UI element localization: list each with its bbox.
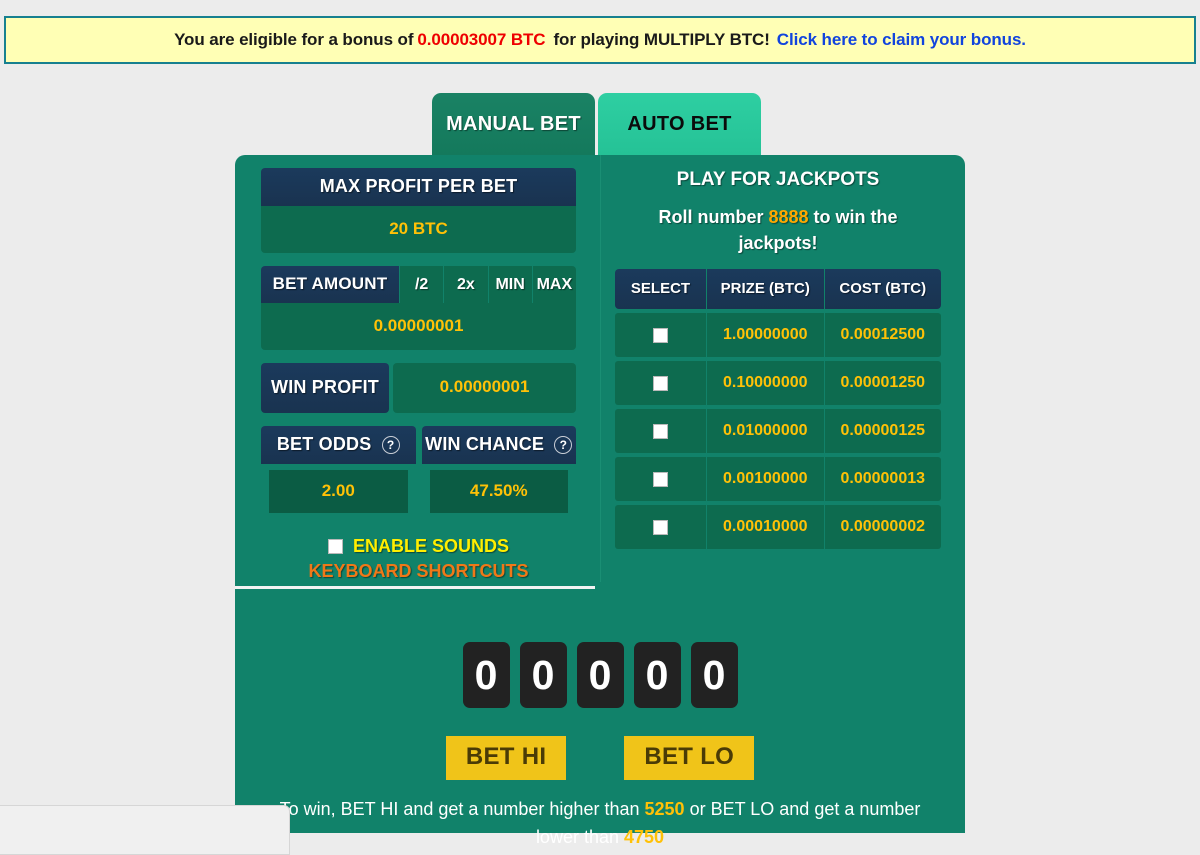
- jackpots-table-header: SELECT PRIZE (BTC) COST (BTC): [615, 269, 941, 310]
- jackpot-cost-value: 0.00000125: [840, 422, 926, 440]
- jackpot-roll-number: 8888: [768, 207, 809, 227]
- bet-odds-cell: BET ODDS ? 2.00: [261, 426, 416, 523]
- win-rule-hi-number: 5250: [644, 799, 685, 819]
- bet-amount-halve-button[interactable]: /2: [399, 266, 444, 303]
- jackpot-select-checkbox[interactable]: [653, 327, 668, 343]
- keyboard-shortcuts-link[interactable]: KEYBOARD SHORTCUTS: [261, 561, 576, 582]
- jackpot-prize-value: 0.00100000: [707, 457, 825, 502]
- bet-amount-label: BET AMOUNT: [261, 266, 399, 303]
- roll-number-display: 0 0 0 0 0: [235, 642, 965, 708]
- roll-area: 0 0 0 0 0 BET HI BET LO To win, BET HI a…: [235, 642, 965, 852]
- jackpot-cost-value: 0.00000013: [840, 470, 926, 488]
- jackpot-cost-value: 0.00000002: [840, 518, 926, 536]
- jackpot-select-checkbox[interactable]: [653, 375, 668, 391]
- odds-chance-group: BET ODDS ? 2.00 WIN CHANCE ? 47.50%: [261, 426, 576, 523]
- win-chance-label: WIN CHANCE ?: [421, 426, 576, 464]
- bet-amount-input[interactable]: 0.00000001: [261, 303, 576, 350]
- bet-amount-max-button[interactable]: MAX: [531, 266, 576, 303]
- win-chance-value[interactable]: 47.50%: [429, 470, 568, 513]
- bet-odds-value[interactable]: 2.00: [269, 470, 408, 513]
- jackpots-panel: PLAY FOR JACKPOTS Roll number 8888 to wi…: [600, 155, 965, 582]
- table-row: 0.10000000 0.00001250: [615, 361, 941, 406]
- bonus-prefix-text: You are eligible for a bonus of: [174, 30, 414, 49]
- bet-odds-help-icon[interactable]: ?: [381, 436, 400, 454]
- column-header-select: SELECT: [615, 269, 707, 310]
- max-profit-group: MAX PROFIT PER BET 20 BTC: [261, 168, 576, 253]
- win-rule-text: To win, BET HI and get a number higher t…: [235, 796, 965, 852]
- roll-digit: 0: [576, 642, 624, 708]
- bonus-amount: 0.00003007 BTC: [417, 30, 546, 49]
- win-profit-label: WIN PROFIT: [261, 363, 389, 413]
- win-chance-help-icon[interactable]: ?: [554, 436, 573, 454]
- win-chance-cell: WIN CHANCE ? 47.50%: [421, 426, 576, 523]
- jackpot-select-cell: [615, 313, 707, 358]
- win-profit-value[interactable]: 0.00000001: [393, 363, 576, 413]
- bet-amount-header: BET AMOUNT /2 2x MIN MAX: [261, 266, 576, 303]
- tab-auto-bet[interactable]: AUTO BET: [598, 93, 761, 155]
- tab-manual-bet[interactable]: MANUAL BET: [432, 93, 595, 155]
- win-chance-label-text: WIN CHANCE: [425, 434, 545, 454]
- bonus-banner: You are eligible for a bonus of 0.000030…: [4, 16, 1196, 64]
- enable-sounds-checkbox[interactable]: [327, 539, 343, 554]
- roll-digit: 0: [519, 642, 567, 708]
- enable-sounds-row: ENABLE SOUNDS: [261, 536, 576, 557]
- jackpot-select-cell: [615, 409, 707, 454]
- bet-buttons-row: BET HI BET LO: [235, 736, 965, 780]
- jackpot-cost-value: 0.00012500: [840, 326, 926, 344]
- bet-odds-label: BET ODDS ?: [261, 426, 416, 464]
- table-row: 0.00010000 0.00000002: [615, 505, 941, 550]
- roll-digit: 0: [462, 642, 510, 708]
- max-profit-value: 20 BTC: [261, 206, 576, 253]
- table-row: 0.00100000 0.00000013: [615, 457, 941, 502]
- jackpots-subtitle: Roll number 8888 to win the jackpots!: [615, 204, 941, 256]
- bet-mode-tabs: MANUAL BET AUTO BET: [432, 93, 761, 155]
- game-container: MAX PROFIT PER BET 20 BTC BET AMOUNT /2 …: [235, 155, 965, 847]
- bet-odds-label-text: BET ODDS: [276, 434, 372, 454]
- jackpot-select-cell: [615, 361, 707, 406]
- jackpots-subtitle-pre: Roll number: [658, 207, 764, 227]
- bet-amount-double-button[interactable]: 2x: [443, 266, 488, 303]
- bet-amount-group: BET AMOUNT /2 2x MIN MAX 0.00000001: [261, 266, 576, 350]
- jackpot-prize-value: 0.00010000: [707, 505, 825, 550]
- jackpot-select-cell: [615, 457, 707, 502]
- tab-auto-bet-label: AUTO BET: [627, 112, 732, 135]
- win-rule-part1: To win, BET HI and get a number higher t…: [279, 799, 640, 819]
- jackpot-prize-value: 1.00000000: [707, 313, 825, 358]
- tab-manual-bet-label: MANUAL BET: [446, 112, 581, 135]
- jackpot-select-cell: [615, 505, 707, 550]
- jackpot-select-checkbox[interactable]: [653, 471, 668, 487]
- chat-panel[interactable]: [0, 805, 290, 855]
- table-row: 0.01000000 0.00000125: [615, 409, 941, 454]
- enable-sounds-label[interactable]: ENABLE SOUNDS: [353, 536, 509, 557]
- max-profit-label: MAX PROFIT PER BET: [261, 168, 576, 206]
- jackpots-table-body: 1.00000000 0.00012500 0.10000000 0.00001…: [615, 313, 941, 550]
- bet-lo-button[interactable]: BET LO: [624, 736, 755, 780]
- bet-amount-min-button[interactable]: MIN: [487, 266, 532, 303]
- win-rule-lo-number: 4750: [624, 826, 665, 847]
- jackpots-subtitle-post: to win the jackpots!: [738, 207, 898, 254]
- panels-row: MAX PROFIT PER BET 20 BTC BET AMOUNT /2 …: [235, 155, 965, 589]
- bet-hi-button[interactable]: BET HI: [445, 736, 567, 780]
- manual-bet-panel: MAX PROFIT PER BET 20 BTC BET AMOUNT /2 …: [235, 155, 600, 589]
- bonus-middle-text: for playing MULTIPLY BTC!: [553, 30, 770, 49]
- jackpot-prize-value: 0.10000000: [707, 361, 825, 406]
- jackpot-select-checkbox[interactable]: [653, 519, 668, 535]
- roll-digit: 0: [690, 642, 738, 708]
- jackpots-title: PLAY FOR JACKPOTS: [676, 169, 880, 190]
- claim-bonus-link[interactable]: Click here to claim your bonus.: [777, 30, 1026, 50]
- column-header-cost: COST (BTC): [824, 269, 941, 310]
- roll-digit: 0: [633, 642, 681, 708]
- jackpot-prize-value: 0.01000000: [707, 409, 825, 454]
- table-row: 1.00000000 0.00012500: [615, 313, 941, 358]
- jackpot-cost-value: 0.00001250: [840, 374, 926, 392]
- column-header-prize: PRIZE (BTC): [707, 269, 825, 310]
- win-profit-group: WIN PROFIT 0.00000001: [261, 363, 576, 413]
- jackpot-select-checkbox[interactable]: [653, 423, 668, 439]
